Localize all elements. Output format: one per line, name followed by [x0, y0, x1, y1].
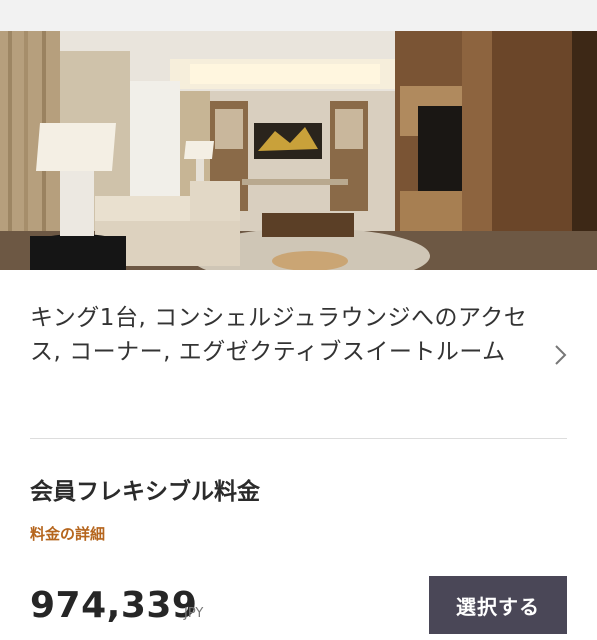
- room-name: キング1台, コンシェルジュラウンジへのアクセス, コーナー, エグゼクティブス…: [30, 305, 528, 365]
- currency-label: JPY: [184, 606, 204, 621]
- chevron-right-icon: [555, 345, 567, 365]
- divider: [30, 438, 567, 439]
- rate-details-link[interactable]: 料金の詳細: [30, 523, 105, 545]
- room-details-row[interactable]: キング1台, コンシェルジュラウンジへのアクセス, コーナー, エグゼクティブス…: [0, 270, 597, 438]
- top-strip: [0, 0, 597, 31]
- price-value: 974,339: [30, 585, 198, 626]
- select-button[interactable]: 選択する: [429, 576, 567, 634]
- room-photo[interactable]: [0, 31, 597, 270]
- rate-name: 会員フレキシブル料金: [30, 479, 260, 505]
